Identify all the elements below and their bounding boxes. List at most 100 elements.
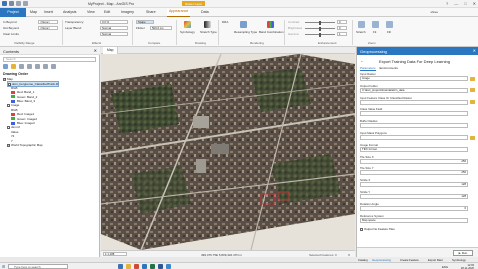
parameter-input[interactable]: 0 xyxy=(360,205,468,211)
in-beyond-button[interactable]: In Beyond xyxy=(3,20,17,24)
fill-icon[interactable] xyxy=(386,21,393,28)
taskbar-clock[interactable]: 12:03 28-11-2020 xyxy=(461,264,474,269)
fit-icon[interactable] xyxy=(372,21,379,28)
layer-tree-item[interactable]: Image xyxy=(7,103,19,108)
parameter-input[interactable] xyxy=(360,135,468,140)
layer-tree-item[interactable]: dsm.tif xyxy=(7,125,20,130)
stretch-button[interactable]: Stretch xyxy=(356,30,366,34)
parameter-input[interactable]: Map space xyxy=(360,217,468,223)
contrast-slider[interactable] xyxy=(305,20,335,25)
list-by-perspective-icon[interactable] xyxy=(51,64,56,69)
task-view-icon[interactable] xyxy=(118,264,123,269)
contrast-value[interactable]: 0 xyxy=(337,20,347,24)
max-scale-select[interactable]: <None> xyxy=(38,26,58,30)
layer-tree-item[interactable]: Blue: Band_3 xyxy=(11,99,35,103)
chrome-icon[interactable] xyxy=(134,264,139,269)
browse-folder-icon[interactable] xyxy=(470,76,475,81)
layer-visibility-checkbox[interactable] xyxy=(3,77,7,81)
layer-tree-item[interactable]: RGB xyxy=(11,86,18,90)
minimize-button[interactable]: — xyxy=(454,1,458,6)
browse-folder-icon[interactable] xyxy=(470,135,475,140)
tab-analysis[interactable]: Analysis xyxy=(63,10,76,14)
swipe-button[interactable]: Swipe xyxy=(136,20,154,24)
close-icon[interactable]: ✕ xyxy=(473,48,476,53)
map-canvas[interactable] xyxy=(101,54,355,250)
parameter-input[interactable]: 256 xyxy=(360,158,468,164)
word-icon[interactable] xyxy=(158,264,163,269)
parameter-input[interactable]: 128 xyxy=(360,194,468,199)
close-button[interactable]: ✕ xyxy=(473,1,476,6)
close-icon[interactable]: ✕ xyxy=(94,48,97,53)
layer-tree-item[interactable]: World Topographic Map xyxy=(7,143,43,147)
parameter-input[interactable] xyxy=(360,111,468,117)
layer-tree-item[interactable]: Map xyxy=(3,77,13,81)
edge-icon[interactable] xyxy=(142,264,147,269)
tab-map-view[interactable]: Map xyxy=(103,47,119,54)
layer-tree-item[interactable]: Red: Image1 xyxy=(11,112,34,116)
list-by-snapping-icon[interactable] xyxy=(35,64,40,69)
stretch-type-button[interactable]: Stretch Type xyxy=(200,30,217,34)
parameter-input[interactable]: 256 xyxy=(360,170,468,176)
output-no-feature-tiles-checkbox[interactable]: Output No Feature Tiles xyxy=(360,227,395,231)
stretch-icon[interactable] xyxy=(358,21,365,28)
blend-mode-select[interactable]: Normal xyxy=(100,32,128,36)
layer-tree-item[interactable]: Red: Band_1 xyxy=(11,90,35,94)
gamma-value[interactable]: 1 xyxy=(337,32,347,36)
layer-tree-item[interactable]: RGB xyxy=(11,108,18,112)
list-by-selection-icon[interactable] xyxy=(19,64,24,69)
file-explorer-icon[interactable] xyxy=(126,264,131,269)
tab-imagery[interactable]: Imagery xyxy=(121,10,134,14)
symbology-button[interactable]: Symbology xyxy=(180,30,195,34)
flicker-button[interactable]: Flicker xyxy=(136,26,145,30)
list-by-source-icon[interactable] xyxy=(11,64,16,69)
resampling-icon[interactable] xyxy=(240,21,247,28)
layer-visibility-checkbox[interactable] xyxy=(7,126,11,130)
brightness-value[interactable]: 0 xyxy=(337,26,347,30)
layer-visibility-checkbox[interactable] xyxy=(7,104,11,108)
layer-tree-item[interactable]: 74 xyxy=(11,134,14,138)
list-by-drawing-order-icon[interactable] xyxy=(3,64,8,69)
brightness-slider[interactable] xyxy=(305,26,335,31)
maximize-button[interactable]: □ xyxy=(464,1,466,6)
tab-appearance[interactable]: Appearance xyxy=(167,9,191,17)
user-name[interactable]: shree xyxy=(430,10,438,14)
tab-map[interactable]: Map xyxy=(30,10,37,14)
language-indicator[interactable]: ENG xyxy=(442,265,448,269)
arcgis-pro-icon[interactable] xyxy=(166,264,171,269)
excel-icon[interactable] xyxy=(150,264,155,269)
band-combination-icon[interactable] xyxy=(267,21,274,28)
parameter-input[interactable]: C:\Esri_projects\traindata\trn_data xyxy=(360,87,468,93)
back-arrow-icon[interactable]: ← xyxy=(360,58,364,63)
tab-parameters[interactable]: Parameters xyxy=(360,66,376,71)
tab-data[interactable]: Data xyxy=(201,10,209,14)
transparency-input[interactable]: 0.0 % xyxy=(100,20,128,24)
flicker-rate-input[interactable]: 500.0 ms xyxy=(150,26,172,30)
tab-environments[interactable]: Environments xyxy=(380,66,398,71)
fill-button[interactable]: Fill xyxy=(387,30,391,34)
browse-folder-icon[interactable] xyxy=(470,100,475,105)
parameter-input[interactable] xyxy=(360,99,468,105)
stretch-type-icon[interactable] xyxy=(204,21,211,28)
parameter-input[interactable]: Image xyxy=(360,76,468,81)
layer-tree-item[interactable]: Green: Image2 xyxy=(11,117,37,121)
resampling-type-button[interactable]: Resampling Type xyxy=(234,30,257,34)
layer-blend-select[interactable]: Normal xyxy=(100,26,128,30)
map-scale-select[interactable]: 1:1,188 xyxy=(103,252,127,256)
browse-folder-icon[interactable] xyxy=(470,88,475,93)
out-beyond-button[interactable]: Out Beyond xyxy=(3,26,19,30)
list-by-editing-icon[interactable] xyxy=(27,64,32,69)
parameter-input[interactable] xyxy=(360,123,468,129)
symbology-icon[interactable] xyxy=(184,21,191,28)
layer-tree-item[interactable]: Green: Band_2 xyxy=(11,95,37,99)
parameter-input[interactable]: TIFF format xyxy=(360,146,468,152)
band-combination-button[interactable]: Band Combination xyxy=(259,30,284,34)
windows-start-icon[interactable]: ⊞ xyxy=(2,264,5,269)
fit-button[interactable]: Fit xyxy=(373,30,376,34)
layer-visibility-checkbox[interactable] xyxy=(7,143,11,147)
tab-edit[interactable]: Edit xyxy=(104,10,110,14)
layer-tree-item[interactable]: 7 xyxy=(11,139,13,143)
tab-share[interactable]: Share xyxy=(146,10,156,14)
save-icon[interactable] xyxy=(9,1,14,6)
pause-drawing-button[interactable]: II xyxy=(348,253,350,257)
min-scale-select[interactable]: <None> xyxy=(38,20,58,24)
